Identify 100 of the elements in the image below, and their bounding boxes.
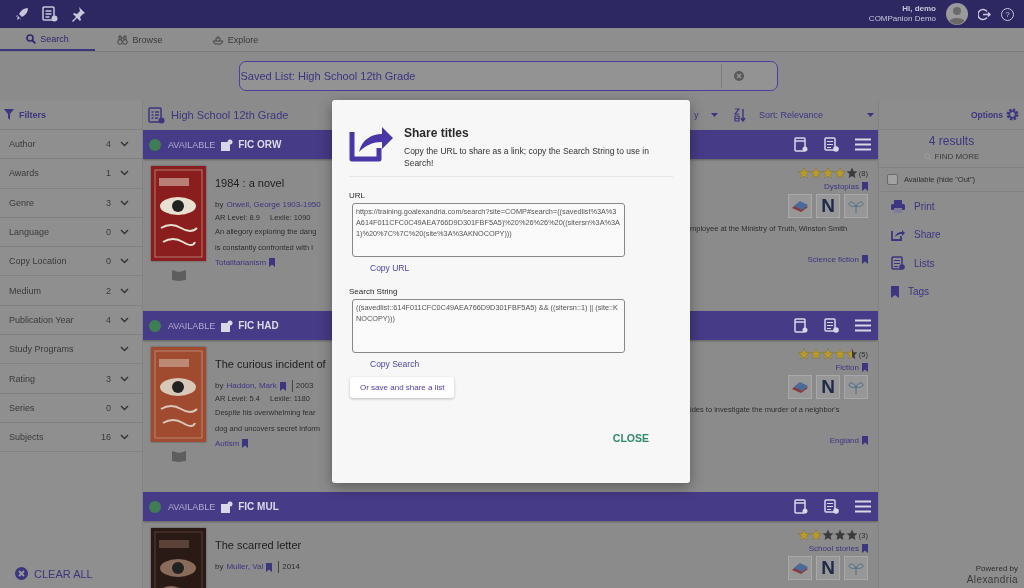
dialog-description: Copy the URL to share as a link; copy the Search String to use in Search! — [404, 145, 650, 169]
chevron-down-icon — [120, 141, 129, 148]
avatar-icon[interactable] — [946, 3, 968, 25]
subject-link[interactable]: England — [829, 436, 859, 445]
filter-item[interactable]: Genre 3 — [0, 188, 142, 218]
menu-icon[interactable] — [855, 138, 871, 151]
rocket-icon[interactable] — [14, 6, 30, 22]
logout-icon[interactable] — [978, 7, 991, 21]
greeting: Hi, demo — [902, 4, 936, 14]
bookmark-icon[interactable] — [862, 363, 868, 372]
binoculars-icon — [117, 34, 129, 45]
sort-icon[interactable] — [734, 108, 746, 122]
book-title[interactable]: The scarred letter — [215, 537, 332, 553]
document-icon[interactable] — [794, 137, 808, 152]
document-icon[interactable] — [794, 318, 808, 333]
menu-icon[interactable] — [855, 319, 871, 332]
menu-icon[interactable] — [855, 500, 871, 513]
filters-title: Filters — [19, 109, 46, 120]
bookmark-icon[interactable] — [269, 258, 276, 267]
list-add-icon[interactable] — [824, 137, 839, 152]
filter-item[interactable]: Medium 2 — [0, 276, 142, 306]
chevron-down-icon — [120, 375, 129, 382]
clear-icon[interactable] — [733, 71, 744, 81]
star-icon — [797, 529, 810, 541]
star-icon — [821, 167, 834, 179]
resource-link[interactable] — [788, 194, 812, 218]
resource-link[interactable] — [788, 375, 812, 399]
option-item[interactable]: Print — [879, 192, 1024, 221]
url-label: URL — [349, 191, 365, 200]
group-by-dropdown[interactable]: y — [694, 110, 718, 120]
filter-item[interactable]: Copy Location 0 — [0, 247, 142, 277]
list-add-icon[interactable] — [824, 499, 839, 514]
checkbox[interactable] — [887, 174, 898, 185]
close-button[interactable]: CLOSE — [608, 430, 653, 446]
filter-item[interactable]: Series 0 — [0, 393, 142, 423]
resource-link[interactable] — [844, 556, 868, 580]
filter-item[interactable]: Awards 1 — [0, 159, 142, 189]
save-list-button[interactable]: Or save and share a list — [350, 377, 455, 398]
option-item[interactable]: Tags — [879, 277, 1024, 306]
resource-link[interactable] — [844, 194, 868, 218]
tab[interactable]: Explore — [185, 28, 285, 51]
filter-item[interactable]: Study Programs — [0, 335, 142, 365]
author-prefix: by — [215, 199, 224, 211]
search-input[interactable]: Saved List: High School 12th Grade — [239, 62, 721, 90]
subject-link[interactable]: Autism — [215, 439, 240, 448]
caret-icon — [867, 113, 874, 117]
resource-link[interactable] — [788, 556, 812, 580]
tab[interactable]: Browse — [95, 28, 185, 51]
option-item[interactable]: Share — [879, 220, 1024, 249]
bookmark-icon[interactable] — [266, 562, 273, 572]
bookmark-icon[interactable] — [279, 381, 286, 391]
books-icon — [791, 561, 809, 575]
author-link[interactable]: Haddon, Mark — [226, 380, 277, 392]
options-title[interactable]: Options — [970, 109, 1003, 120]
search-field[interactable]: Saved List: High School 12th Grade — [238, 61, 778, 91]
pin-icon[interactable] — [70, 6, 86, 22]
settings-icon[interactable] — [1006, 108, 1019, 121]
resource-link[interactable]: N — [816, 194, 840, 218]
subject-link[interactable]: Science fiction — [807, 255, 859, 264]
chevron-down-icon — [120, 346, 129, 353]
call-number: FIC ORW — [238, 139, 282, 150]
genre-link[interactable]: School stories — [808, 544, 859, 553]
copy-url-link[interactable]: Copy URL — [370, 263, 410, 273]
label-icon — [221, 500, 235, 513]
subject-link[interactable]: Totalitarianism — [215, 258, 267, 267]
book-title[interactable]: The curious incident of — [215, 356, 332, 372]
filter-item[interactable]: Subjects 16 — [0, 422, 142, 453]
sort-dropdown[interactable]: Sort: Relevance — [759, 110, 874, 120]
author-link[interactable]: Orwell, George 1903-1950 — [226, 199, 321, 211]
clear-all-button[interactable]: CLEAR ALL — [15, 567, 93, 580]
close-icon — [15, 567, 28, 580]
bookmark-icon[interactable] — [862, 436, 868, 445]
star-icon — [809, 348, 822, 360]
resource-link[interactable]: N — [816, 375, 840, 399]
tab[interactable]: Search — [0, 28, 95, 51]
filter-item[interactable]: Publication Year 4 — [0, 305, 142, 336]
author-prefix: by — [215, 561, 224, 573]
resource-link[interactable] — [844, 375, 868, 399]
book-title[interactable]: 1984 : a novel — [215, 175, 332, 191]
bookmark-icon[interactable] — [862, 182, 868, 191]
bookmark-icon[interactable] — [242, 439, 249, 448]
powered-by-label: Powered by — [975, 563, 1018, 574]
genre-link[interactable]: Fiction — [835, 363, 859, 372]
bookmark-icon[interactable] — [862, 544, 868, 553]
author-link[interactable]: Muller, Val — [226, 561, 264, 573]
document-icon[interactable] — [794, 499, 808, 514]
genre-link[interactable]: Dystopias — [823, 182, 859, 191]
resource-link[interactable]: N — [816, 556, 840, 580]
caret-icon — [711, 113, 718, 117]
find-more-button[interactable]: FIND MORE — [879, 152, 1024, 168]
filter-item[interactable]: Author 4 — [0, 130, 142, 160]
star-icon — [797, 348, 810, 360]
list-icon[interactable] — [42, 6, 58, 22]
bookmark-icon[interactable] — [862, 255, 868, 264]
list-add-icon[interactable] — [824, 318, 839, 333]
filter-item[interactable]: Language 0 — [0, 217, 142, 248]
search-icon — [26, 33, 37, 44]
filter-item[interactable]: Rating 3 — [0, 364, 142, 394]
option-item[interactable]: Lists — [879, 249, 1024, 278]
copy-search-link[interactable]: Copy Search — [370, 359, 420, 369]
